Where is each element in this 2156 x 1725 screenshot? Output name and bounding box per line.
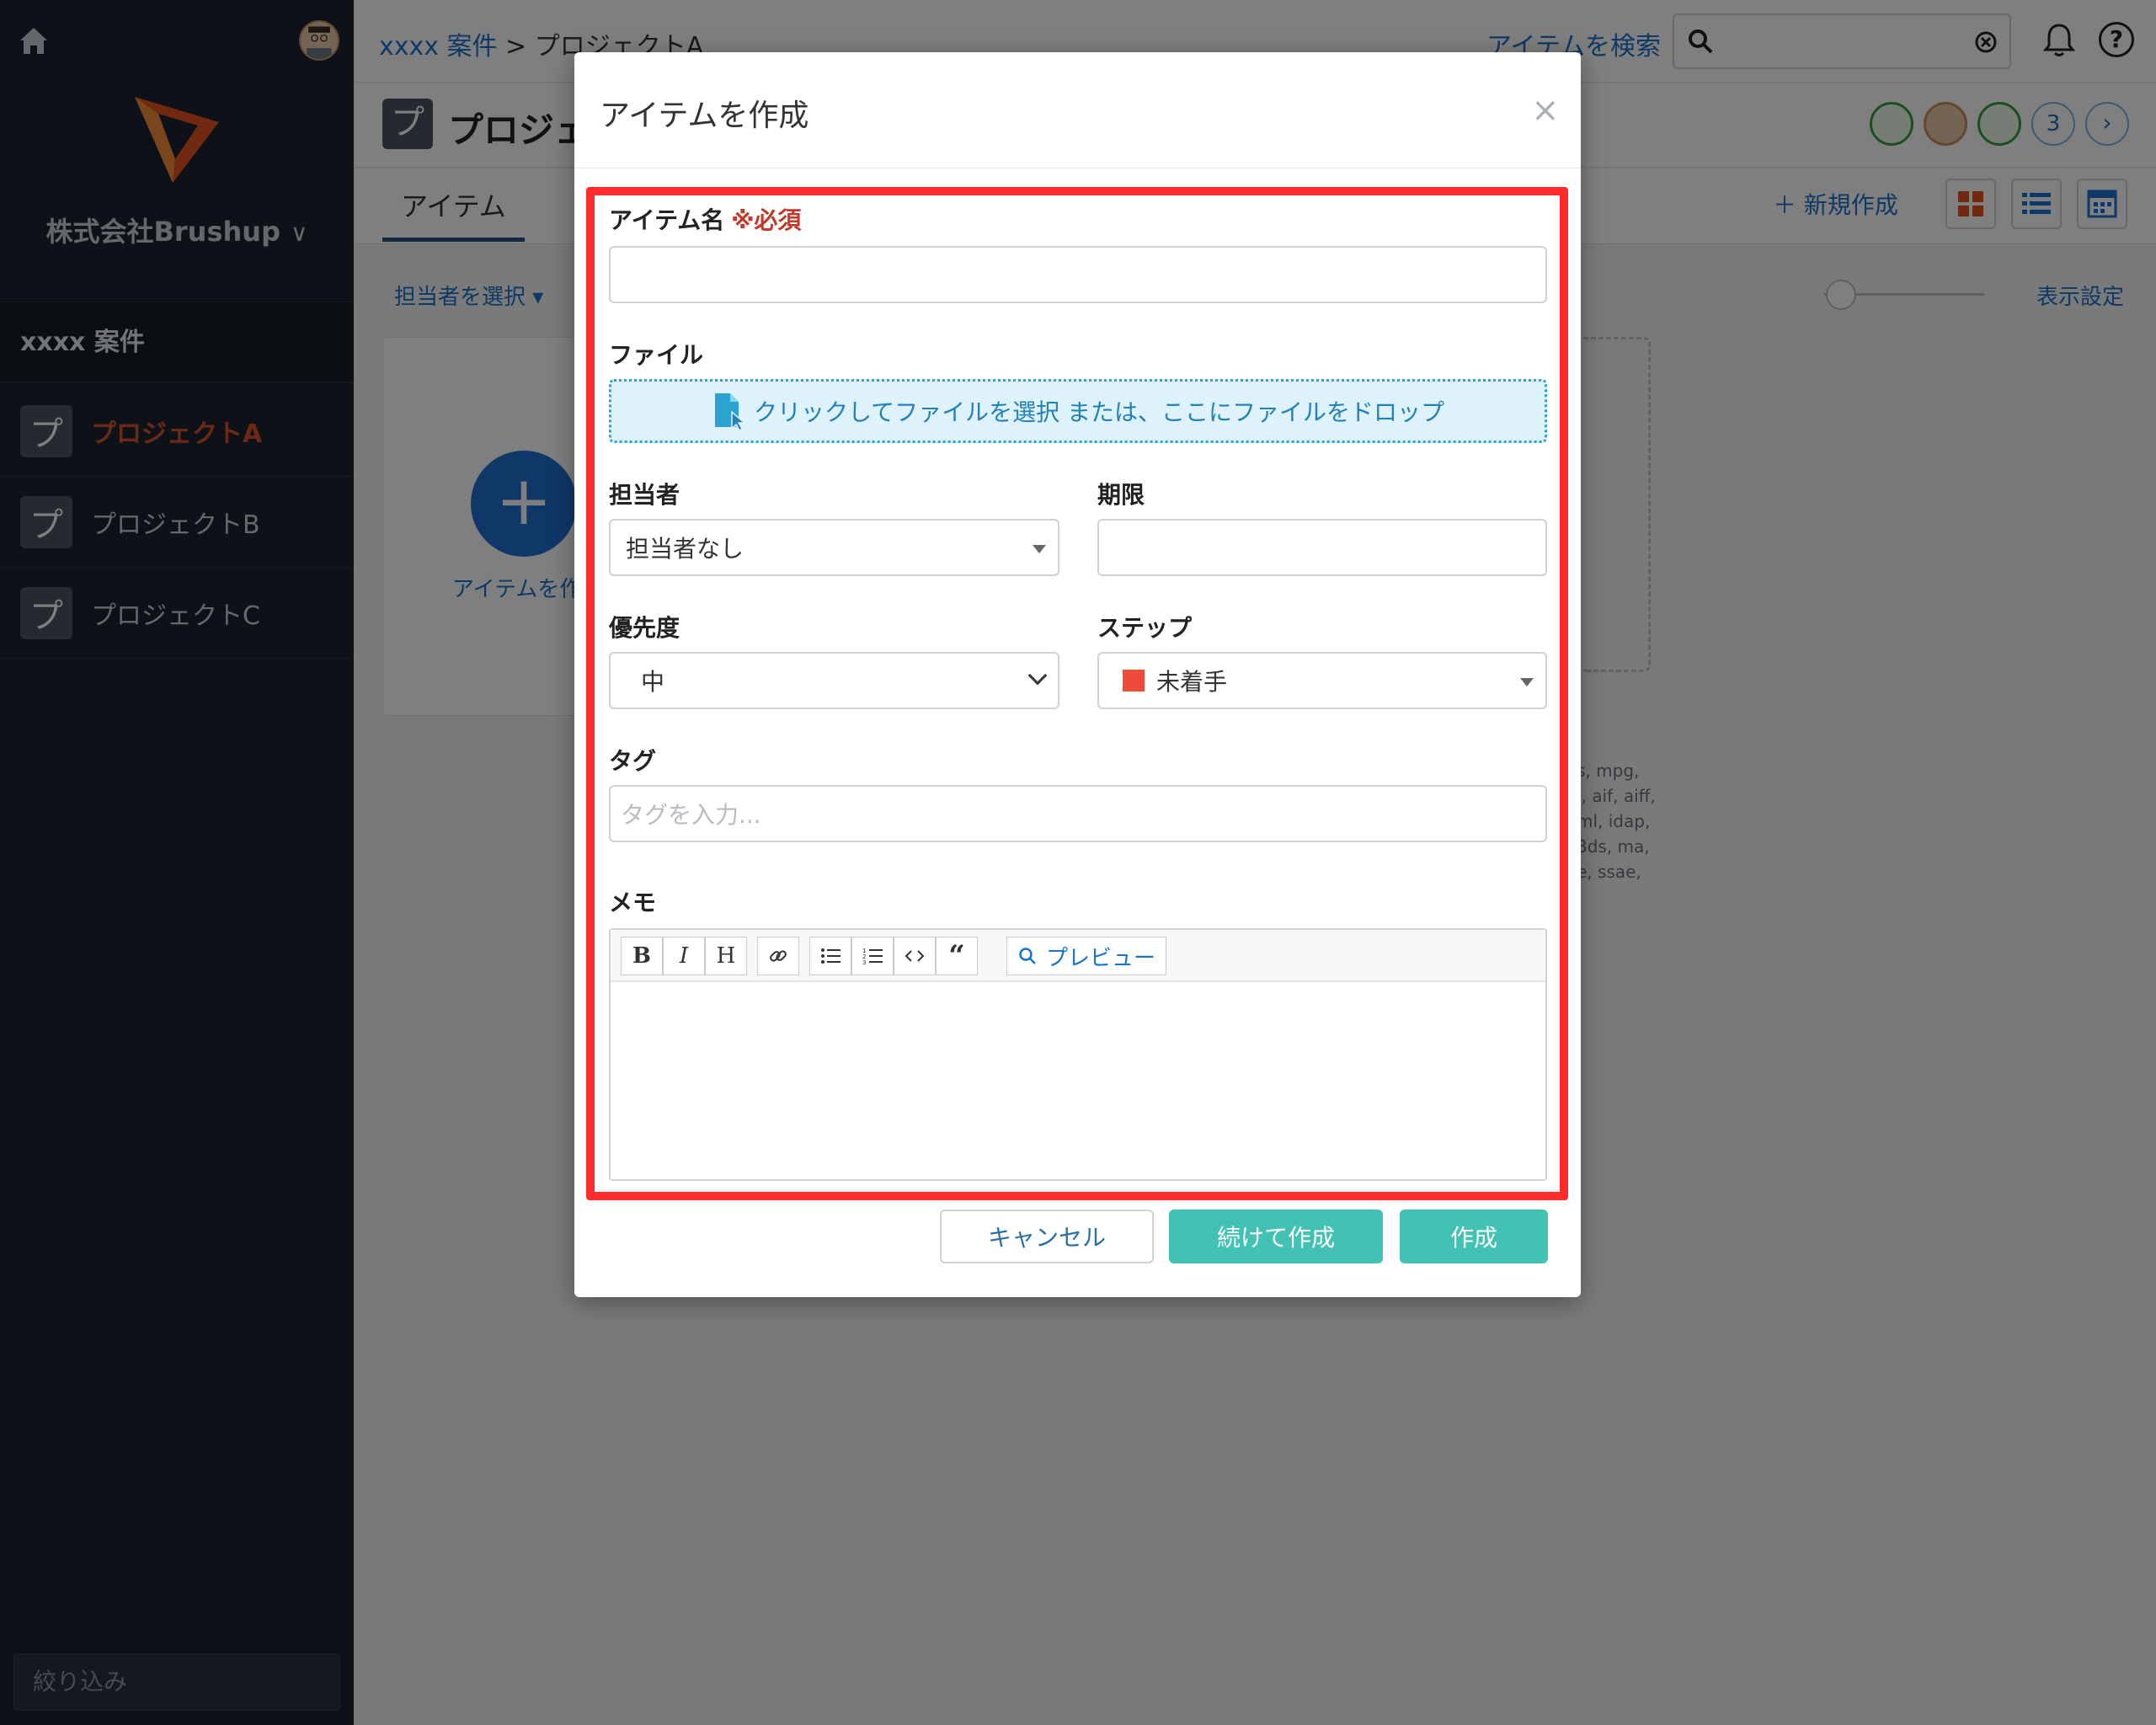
item-name-label: アイテム名 ※必須 bbox=[609, 202, 801, 236]
numbered-list-icon[interactable]: 123 bbox=[851, 937, 894, 975]
assignee-label: 担当者 bbox=[609, 481, 680, 509]
chevron-down-icon bbox=[1027, 665, 1048, 686]
memo-editor[interactable]: B I H 123 “ プレビュー bbox=[609, 928, 1547, 1181]
link-icon[interactable] bbox=[757, 937, 799, 975]
close-icon[interactable]: × bbox=[1531, 91, 1560, 130]
caret-down-icon bbox=[1520, 678, 1534, 686]
bold-button[interactable]: B bbox=[621, 937, 663, 975]
tag-placeholder: タグを入力... bbox=[621, 801, 761, 829]
priority-label: 優先度 bbox=[609, 614, 680, 642]
preview-label: プレビュー bbox=[1045, 945, 1155, 971]
continue-create-button[interactable]: 続けて作成 bbox=[1169, 1210, 1383, 1263]
create-item-modal: アイテムを作成 × アイテム名 ※必須 ファイル クリックしてファイルを選択 また… bbox=[574, 52, 1581, 1297]
search-icon bbox=[1019, 948, 1036, 964]
italic-button[interactable]: I bbox=[663, 937, 705, 975]
deadline-label: 期限 bbox=[1097, 481, 1145, 509]
preview-button[interactable]: プレビュー bbox=[1006, 937, 1166, 975]
tag-input[interactable]: タグを入力... bbox=[609, 785, 1547, 842]
tag-label: タグ bbox=[609, 747, 657, 775]
assignee-value: 担当者なし bbox=[626, 535, 744, 563]
memo-label: メモ bbox=[609, 889, 657, 916]
modal-header: アイテムを作成 × bbox=[574, 52, 1581, 168]
step-label: ステップ bbox=[1097, 614, 1193, 642]
cancel-button[interactable]: キャンセル bbox=[940, 1210, 1154, 1263]
deadline-input[interactable] bbox=[1097, 519, 1547, 576]
item-name-input[interactable] bbox=[609, 246, 1547, 303]
file-label: ファイル bbox=[609, 341, 704, 369]
create-button[interactable]: 作成 bbox=[1400, 1210, 1548, 1263]
caret-down-icon bbox=[1033, 545, 1046, 553]
file-upload-dropzone[interactable]: クリックしてファイルを選択 または、ここにファイルをドロップ bbox=[609, 379, 1547, 443]
modal-title: アイテムを作成 bbox=[600, 99, 809, 133]
file-upload-icon bbox=[714, 393, 746, 430]
step-value: 未着手 bbox=[1156, 668, 1228, 696]
editor-toolbar: B I H 123 “ プレビュー bbox=[611, 930, 1545, 982]
priority-select[interactable]: 中 bbox=[609, 652, 1059, 709]
item-name-label-text: アイテム名 bbox=[609, 206, 725, 234]
step-color-swatch bbox=[1123, 670, 1145, 692]
code-icon[interactable] bbox=[894, 937, 936, 975]
priority-value: 中 bbox=[641, 668, 665, 696]
bullet-list-icon[interactable] bbox=[809, 937, 851, 975]
file-drop-text: クリックしてファイルを選択 または、ここにファイルをドロップ bbox=[753, 398, 1445, 426]
heading-button[interactable]: H bbox=[705, 937, 747, 975]
quote-icon[interactable]: “ bbox=[936, 937, 978, 975]
required-mark: ※必須 bbox=[731, 206, 802, 234]
svg-text:3: 3 bbox=[862, 959, 866, 965]
step-select[interactable]: 未着手 bbox=[1097, 652, 1547, 709]
assignee-select[interactable]: 担当者なし bbox=[609, 519, 1059, 576]
